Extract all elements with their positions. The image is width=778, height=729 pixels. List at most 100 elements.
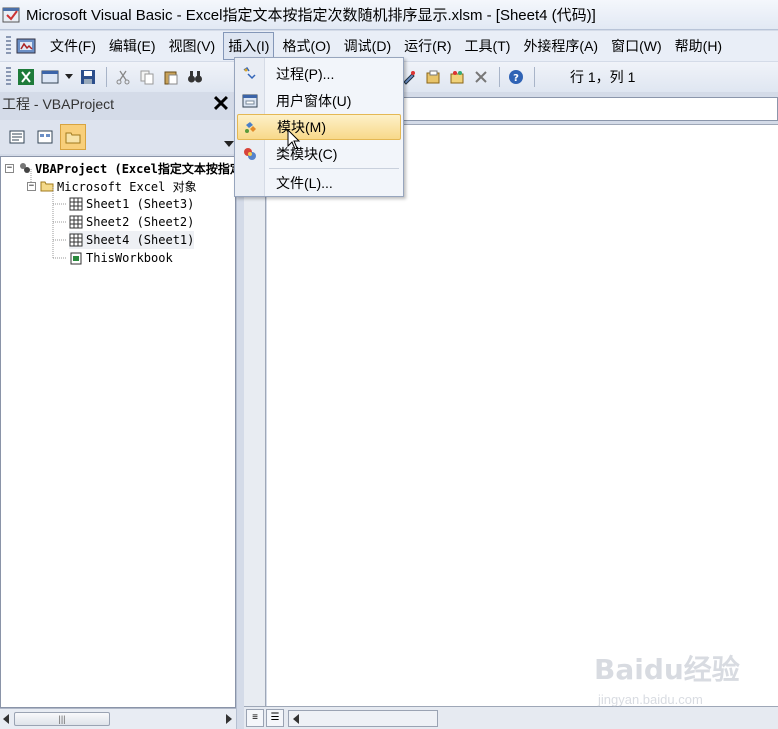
procedure-icon — [237, 66, 263, 82]
title-bar: Microsoft Visual Basic - Excel指定文本按指定次数随… — [0, 0, 778, 30]
menu-item-label: 用户窗体(U) — [276, 93, 352, 109]
project-panel-header: 工程 - VBAProject ✕ — [0, 92, 236, 116]
window-title: Microsoft Visual Basic - Excel指定文本按指定次数随… — [26, 7, 596, 24]
save-button[interactable] — [77, 66, 99, 88]
menu-item-userform[interactable]: 用户窗体(U) — [237, 88, 401, 114]
menu-window[interactable]: 窗口(W) — [606, 32, 667, 60]
tree-node-label: Sheet1 (Sheet3) — [86, 197, 195, 211]
project-hscrollbar[interactable]: ||| — [0, 708, 236, 729]
toolbar-separator-3 — [534, 67, 535, 87]
module-icon — [238, 119, 264, 135]
worksheet-icon — [69, 197, 83, 211]
menu-item-procedure[interactable]: 过程(P)... — [237, 61, 401, 87]
project-tree: − VBAProject (Excel指定文本按指定次数随机排序显示.xlsm)… — [0, 156, 381, 708]
userform-icon — [41, 70, 59, 84]
menu-debug[interactable]: 调试(D) — [339, 32, 396, 60]
scissors-icon — [116, 70, 130, 85]
cursor-position: 行 1，列 1 — [570, 69, 636, 85]
view-code-button[interactable] — [4, 124, 30, 150]
toolbox-icon — [475, 71, 487, 83]
excel-vba-icon[interactable] — [15, 35, 37, 57]
toolbox-button[interactable] — [470, 66, 492, 88]
help-icon: ? — [509, 70, 523, 84]
toolbar-grip[interactable] — [6, 36, 11, 56]
menu-file[interactable]: 文件(F) — [45, 32, 101, 60]
collapse-icon[interactable]: − — [27, 181, 36, 191]
paste-icon — [164, 71, 178, 85]
insert-userform-button[interactable] — [39, 66, 61, 88]
scroll-thumb[interactable]: ||| — [14, 712, 110, 726]
view-object-button[interactable] — [32, 124, 58, 150]
project-explorer-button[interactable] — [422, 66, 444, 88]
menu-format[interactable]: 格式(O) — [277, 32, 335, 60]
menu-separator — [269, 168, 399, 169]
worksheet-icon — [69, 215, 83, 229]
copy-button[interactable] — [136, 66, 158, 88]
userform-icon — [237, 94, 263, 108]
insert-dropdown-button[interactable] — [63, 66, 75, 88]
paste-button[interactable] — [160, 66, 182, 88]
properties-icon — [450, 71, 464, 84]
project-panel-title: 工程 - VBAProject — [2, 96, 115, 112]
find-button[interactable] — [184, 66, 206, 88]
binoculars-icon — [188, 71, 202, 83]
view-excel-button[interactable] — [15, 66, 37, 88]
menu-run[interactable]: 运行(R) — [399, 32, 456, 60]
code-hscrollbar[interactable] — [288, 709, 438, 727]
tree-node-sheet4[interactable]: Sheet4 (Sheet1) — [69, 231, 195, 249]
collapse-icon[interactable]: − — [5, 163, 14, 173]
menu-item-class-module[interactable]: 类模块(C) — [237, 141, 401, 167]
tree-node-sheet1[interactable]: Sheet1 (Sheet3) — [69, 195, 194, 213]
toggle-folders-button[interactable] — [60, 124, 86, 150]
scroll-right-icon[interactable] — [226, 714, 232, 724]
chevron-down-icon[interactable] — [224, 141, 234, 149]
procedure-view-button[interactable]: ≡ — [246, 709, 264, 727]
code-margin-indicator — [244, 124, 266, 706]
menu-help[interactable]: 帮助(H) — [670, 32, 727, 60]
vbaproject-icon — [18, 161, 32, 175]
excel-icon — [18, 69, 34, 85]
close-icon[interactable]: ✕ — [210, 93, 232, 115]
view-code-icon — [9, 130, 25, 144]
tree-node-label: ThisWorkbook — [86, 251, 173, 265]
watermark-sub: jingyan.baidu.com — [598, 692, 703, 707]
project-explorer-icon — [426, 70, 440, 84]
class-module-icon — [237, 146, 263, 162]
menu-view[interactable]: 视图(V) — [164, 32, 221, 60]
menu-item-label: 过程(P)... — [276, 66, 335, 82]
mouse-pointer-icon — [287, 129, 301, 150]
tree-node-excel-objects[interactable]: − Microsoft Excel 对象 — [27, 177, 197, 195]
scroll-left-icon[interactable] — [3, 714, 9, 724]
baidu-watermark: Baidu经验 jingyan.baidu.com — [594, 640, 744, 720]
tree-node-sheet2[interactable]: Sheet2 (Sheet2) — [69, 213, 194, 231]
code-editor[interactable] — [267, 124, 778, 706]
tree-node-thisworkbook[interactable]: ThisWorkbook — [69, 249, 173, 267]
svg-text:?: ? — [513, 73, 519, 84]
cut-button[interactable] — [112, 66, 134, 88]
full-module-view-button[interactable]: ☰ — [266, 709, 284, 727]
insert-menu-dropdown: 过程(P)... 用户窗体(U) 模块(M) 类模块(C) 文件(L)... — [234, 57, 404, 197]
help-button[interactable]: ? — [505, 66, 527, 88]
tree-node-label: Sheet2 (Sheet2) — [86, 215, 195, 229]
toolbar-grip-2[interactable] — [6, 67, 11, 87]
menu-item-label: 文件(L)... — [276, 175, 333, 191]
menu-item-file[interactable]: 文件(L)... — [237, 170, 401, 196]
workbook-icon — [69, 251, 83, 265]
toolbar-separator-2 — [499, 67, 500, 87]
folder-icon — [65, 132, 81, 144]
vba-app-icon[interactable] — [2, 5, 22, 25]
copy-icon — [140, 70, 154, 85]
watermark-main: Baidu经验 — [594, 653, 740, 686]
tree-node-label: Sheet4 (Sheet1) — [86, 233, 195, 247]
menu-addins[interactable]: 外接程序(A) — [518, 32, 603, 60]
chevron-down-icon — [65, 74, 73, 79]
folder-icon — [40, 179, 54, 193]
menu-item-label: 类模块(C) — [276, 146, 338, 162]
menu-edit[interactable]: 编辑(E) — [104, 32, 161, 60]
menu-item-module[interactable]: 模块(M) — [237, 114, 401, 140]
menu-insert[interactable]: 插入(I) — [223, 32, 275, 60]
menu-tools[interactable]: 工具(T) — [460, 32, 516, 60]
scroll-left-icon[interactable] — [293, 713, 299, 724]
toolbar-separator — [106, 67, 107, 87]
properties-button[interactable] — [446, 66, 468, 88]
